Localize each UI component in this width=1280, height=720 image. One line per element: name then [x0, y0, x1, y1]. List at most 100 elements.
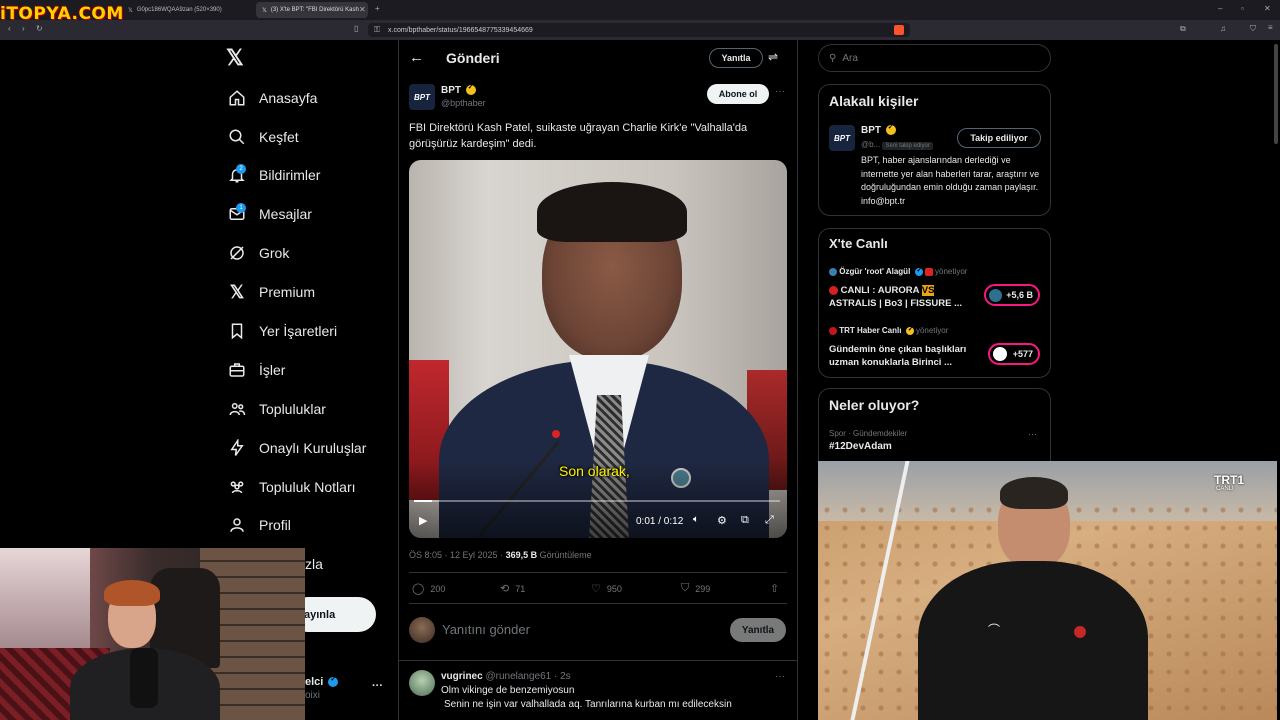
listener-count: +5,6 B — [1006, 290, 1033, 300]
nav-item-community-notes[interactable]: Topluluk Notları — [226, 472, 356, 502]
nav-more-label[interactable]: zla — [305, 556, 323, 572]
reply-submit-button[interactable]: Yanıtla — [730, 618, 786, 642]
url-text: x.com/bpthaber/status/196654877533945466… — [388, 26, 533, 34]
briefcase-icon — [226, 359, 248, 381]
webcam-hair — [104, 580, 160, 606]
search-icon: ⚲ — [829, 52, 837, 64]
maximize-icon[interactable]: ▫ — [1241, 4, 1244, 13]
share-stat[interactable]: ⇧ — [770, 582, 779, 595]
brave-shield-icon[interactable] — [894, 25, 904, 35]
people-icon — [226, 398, 248, 420]
reply-author[interactable]: vugrinec @runelange61 · 2s — [441, 671, 571, 682]
repost-stat[interactable]: ⟲ 71 — [500, 582, 525, 595]
browser-tab-active[interactable]: 𝕏 (3) X'te BPT: "FBI Direktörü Kash — [256, 2, 368, 18]
live-host[interactable]: TRT Haber Canlı yönetiyor — [829, 325, 949, 335]
bookmark-icon: ⛉ — [681, 582, 690, 594]
live-text-2: uzman konuklarla Birinci ... — [829, 357, 953, 368]
new-tab-icon[interactable]: + — [375, 4, 380, 13]
live-red-icon — [924, 267, 933, 276]
trend-tag[interactable]: #12DevAdam — [829, 441, 892, 452]
live-host[interactable]: Özgür 'root' Alagül yönetiyor — [829, 266, 967, 276]
extension-icon[interactable]: ♫ — [1220, 24, 1226, 33]
subscribe-button[interactable]: Abone ol — [707, 84, 769, 104]
related-handle-text: @b... — [861, 140, 881, 149]
nav-item-profile[interactable]: Profil — [226, 510, 291, 540]
post-timestamp: ÖS 8:05 · 12 Eyl 2025 · — [409, 550, 506, 560]
nav-label: Yer İşaretleri — [259, 323, 338, 339]
video-player[interactable]: Son olarak, ▶ 0:01 / 0:12 🔈︎ ⚙ ⧉ ⤢ — [409, 160, 787, 538]
reply-input[interactable]: Yanıtını gönder — [442, 622, 530, 637]
shield-icon[interactable]: ⛉ — [1250, 24, 1256, 34]
avatar[interactable]: BPT — [409, 84, 435, 110]
fullscreen-icon[interactable]: ⤢ — [765, 514, 774, 527]
play-icon[interactable]: ▶ — [419, 514, 427, 527]
nav-item-premium[interactable]: 𝕏 Premium — [226, 277, 315, 307]
live-text[interactable]: CANLI : AURORA VS ASTRALIS | Bo3 | FISSUR… — [829, 284, 979, 310]
nav-item-home[interactable]: Anasayfa — [226, 83, 317, 113]
url-field[interactable]: ⚿ x.com/bpthaber/status/1966548775339454… — [368, 23, 910, 37]
live-role: yönetiyor — [915, 326, 949, 335]
following-button[interactable]: Takip ediliyor — [957, 128, 1041, 148]
listener-count: +577 — [1012, 349, 1033, 359]
live-title: X'te Canlı — [829, 236, 888, 251]
author-name[interactable]: BPT — [441, 83, 476, 96]
more-icon[interactable]: ··· — [775, 671, 785, 682]
related-name-text: BPT — [861, 125, 881, 136]
back-arrow-icon[interactable]: ← — [409, 49, 424, 66]
notification-badge: 2 — [236, 164, 246, 174]
pip-icon[interactable]: ⧉ — [741, 514, 749, 527]
avatar[interactable] — [409, 670, 435, 696]
browser-tab[interactable]: 𝕏 G0pc186WQAA9zan (520×390) — [122, 2, 252, 18]
menu-icon[interactable]: ≡ — [1268, 23, 1273, 32]
like-count: 950 — [606, 583, 622, 594]
account-name[interactable]: elci — [305, 675, 339, 688]
avatar[interactable]: BPT — [829, 125, 855, 151]
extension-icon[interactable]: ⧉ — [1180, 24, 1186, 34]
settings-icon[interactable]: ⚙ — [717, 514, 727, 527]
bookmark-stat[interactable]: ⛉ 299 — [681, 582, 710, 595]
nav-item-grok[interactable]: Grok — [226, 238, 289, 268]
microphone-light — [552, 430, 560, 438]
nav-item-verified-orgs[interactable]: Onaylı Kuruluşlar — [226, 433, 366, 463]
views-count: 369,5 B — [505, 550, 538, 560]
author-handle[interactable]: @bpthaber — [441, 98, 486, 108]
nav-item-communities[interactable]: Topluluklar — [226, 394, 326, 424]
nav-label: Profil — [259, 517, 291, 533]
nav-label: Bildirimler — [259, 167, 321, 183]
settings-sliders-icon[interactable]: ⇌ — [768, 50, 778, 64]
nav-item-explore[interactable]: Keşfet — [226, 122, 299, 152]
video-progress-track[interactable] — [414, 500, 780, 502]
nav-item-bookmarks[interactable]: Yer İşaretleri — [226, 316, 337, 346]
more-icon[interactable]: ··· — [775, 86, 785, 97]
x-icon: 𝕏 — [229, 281, 245, 302]
browser-tab-bar: 𝕏 G0pc186WQAA9zan (520×390) 𝕏 (3) X'te BPT… — [0, 0, 1280, 20]
page-title: Gönderi — [446, 50, 500, 66]
volume-icon[interactable]: 🔈︎ — [693, 514, 699, 525]
nav-label: İşler — [259, 362, 286, 378]
scrollbar[interactable] — [1274, 44, 1278, 144]
bolt-icon — [226, 437, 248, 459]
heart-icon: ♡ — [591, 583, 601, 595]
live-listeners-pill[interactable]: +5,6 B — [984, 284, 1040, 306]
bookmark-count: 299 — [695, 583, 711, 594]
window-close-icon[interactable]: ✕ — [1264, 4, 1271, 13]
more-icon[interactable]: ··· — [1028, 429, 1037, 439]
x-logo-icon[interactable]: 𝕏 — [226, 46, 250, 70]
minimize-icon[interactable]: – — [1218, 4, 1222, 13]
reply-header-button[interactable]: Yanıtla — [709, 48, 763, 68]
live-listeners-pill[interactable]: +577 — [988, 343, 1040, 365]
reply-stat[interactable]: ◯ 200 — [412, 582, 445, 595]
search-input[interactable]: ⚲ Ara — [818, 44, 1051, 72]
person-hair — [1000, 477, 1068, 509]
related-name[interactable]: BPT — [861, 123, 896, 136]
nav-item-jobs[interactable]: İşler — [226, 355, 285, 385]
author-name-text: BPT — [441, 85, 461, 96]
close-tab-icon[interactable]: ✕ — [359, 5, 366, 14]
reply-text-line: Senin ne işin var valhallada aq. Tanrıla… — [444, 699, 732, 710]
bookmark-page-icon[interactable]: ▯ — [354, 24, 358, 33]
team-crest-icon — [1074, 626, 1086, 638]
webcam-wall — [0, 548, 90, 648]
live-text[interactable]: Gündemin öne çıkan başlıkları uzman konuk… — [829, 343, 979, 369]
like-stat[interactable]: ♡ 950 — [591, 582, 622, 595]
account-more-icon[interactable]: ··· — [372, 680, 383, 692]
